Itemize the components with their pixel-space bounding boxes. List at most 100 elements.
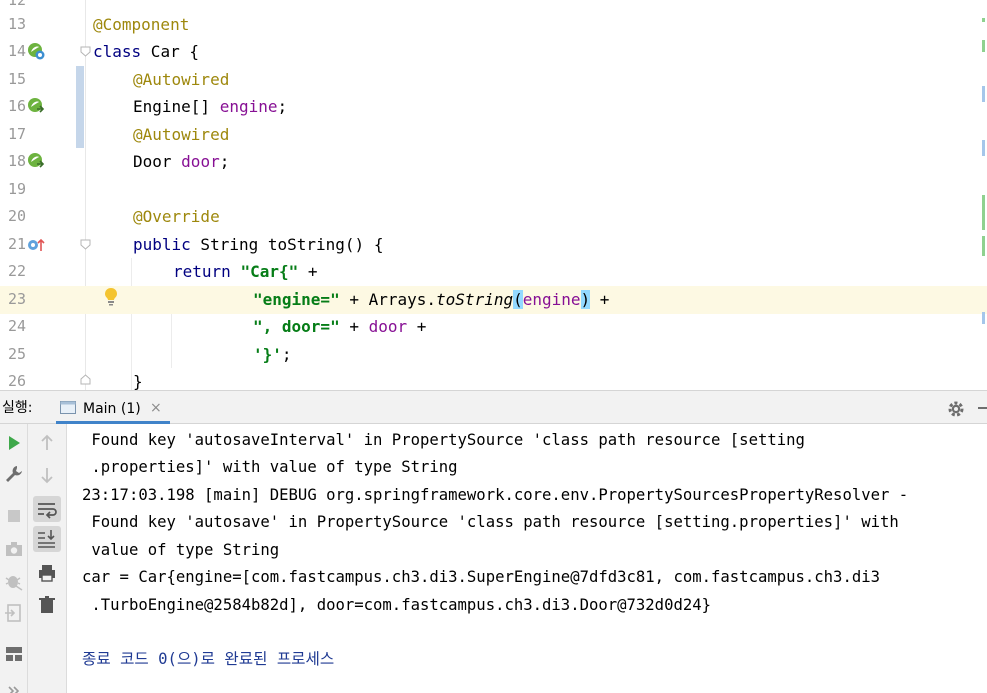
scroll-marker[interactable] [982,140,985,156]
line-number: 21 [7,235,26,253]
autowired-target-icon[interactable] [26,151,46,171]
code-line[interactable]: 20 @Override [0,203,987,231]
stop-icon[interactable] [3,505,25,527]
scroll-marker[interactable] [982,312,985,324]
exit-icon[interactable] [3,602,25,624]
override-icon[interactable] [26,235,46,255]
code-text: public String toString() { [133,231,383,259]
code-mid: + Arrays. [339,290,437,309]
console-line: .properties]' with value of type String [82,458,458,476]
code-line[interactable]: 14 class Car { [0,38,987,66]
code-mid: + [339,317,369,336]
code-text: Engine[] engine; [133,93,287,121]
run-icon[interactable] [3,432,25,454]
string-literal: '}' [253,345,282,364]
minimize-icon[interactable] [978,407,987,409]
scroll-marker[interactable] [982,86,985,102]
line-number: 23 [0,286,26,314]
annotation: @Component [93,15,190,34]
console-line: .TurboEngine@2584b82d], door=com.fastcam… [82,596,712,614]
line-number: 24 [7,317,26,335]
run-panel-label: 실행: [2,400,33,416]
spring-bean-icon[interactable] [26,41,46,61]
fold-marker-icon[interactable] [80,239,91,250]
run-tab-main[interactable]: Main (1) × [56,392,170,424]
scroll-to-end-button[interactable] [33,526,61,552]
line-number: 18 [7,152,26,170]
fold-marker-icon[interactable] [80,374,91,385]
code-line[interactable]: 24 ", door=" + door + [0,313,987,341]
code-line[interactable]: 13 @Component [0,11,987,39]
autowired-target-icon[interactable] [26,96,46,116]
string-literal: ", door=" [253,317,340,336]
code-text: @Component [93,11,189,39]
paren-highlight: ( [513,290,523,309]
bug-icon[interactable] [3,570,25,592]
line-number: 14 [7,42,26,60]
code-text: } [133,368,143,390]
code-line[interactable]: 25 '}'; [0,341,987,369]
arrow-up-icon[interactable] [36,432,58,454]
keyword: public [133,235,191,254]
fold-marker-icon[interactable] [80,46,91,57]
code-line[interactable]: 16 Engine[] engine; [0,93,987,121]
code-text: "engine=" + Arrays.toString(engine) + [253,286,609,314]
scroll-marker[interactable] [982,18,985,22]
code-editor[interactable]: 12 13 @Component 14 class Car { 15 @Auto… [0,0,987,390]
wrench-icon[interactable] [3,463,25,485]
string-literal: "Car{" [240,262,299,281]
lightbulb-icon[interactable] [103,287,119,307]
run-tab-title: Main (1) [83,401,141,417]
code-rest: Car { [141,42,199,61]
close-icon[interactable]: × [150,392,162,424]
code-line[interactable]: 21 public String toString() { [0,231,987,259]
field-name: engine [522,290,581,309]
gear-icon[interactable] [946,399,966,419]
code-end: ; [277,97,288,116]
code-rest: String toString() { [190,235,384,254]
scroll-marker[interactable] [982,236,985,256]
code-line[interactable]: 19 [0,176,987,204]
code-text: @Autowired [133,66,229,94]
code-line[interactable]: 26 } [0,368,987,390]
soft-wrap-button[interactable] [33,496,61,522]
code-rest: } [133,372,143,390]
console-toolbar [28,424,67,693]
process-exit-message: 종료 코드 0(으)로 완료된 프로세스 [82,650,335,668]
run-toolbar [0,424,28,693]
line-number: 25 [7,345,26,363]
code-line[interactable]: 18 Door door; [0,148,987,176]
scroll-marker[interactable] [982,195,985,230]
line-number: 19 [7,180,26,198]
paren-highlight: ) [580,290,591,309]
code-rest: + [298,262,318,281]
code-line[interactable]: 17 @Autowired [0,121,987,149]
layout-icon[interactable] [3,643,25,665]
code-text: Door door; [133,148,229,176]
camera-icon[interactable] [3,538,25,560]
line-number: 22 [7,262,26,280]
code-line[interactable]: 15 @Autowired [0,66,987,94]
line-number: 16 [7,97,26,115]
arrow-down-icon[interactable] [36,464,58,486]
code-text: class Car { [93,38,199,66]
keyword: return [173,262,231,281]
console-line: car = Car{engine=[com.fastcampus.ch3.di3… [82,568,880,586]
code-line-current[interactable]: 23 "engine=" + Arrays.toString(engine) + [0,286,987,314]
code-text: ", door=" + door + [253,313,426,341]
keyword: class [93,42,142,61]
console-line: Found key 'autosaveInterval' in Property… [82,431,805,449]
code-end: ; [281,345,292,364]
expand-icon[interactable] [3,681,25,693]
annotation: @Autowired [133,125,230,144]
type-name: Engine[] [133,97,220,116]
console-output[interactable]: Found key 'autosaveInterval' in Property… [68,424,987,693]
line-number: 13 [7,15,26,33]
console-line: value of type String [82,541,280,559]
print-icon[interactable] [36,562,58,584]
console-line: Found key 'autosave' in PropertySource '… [82,513,899,531]
line-number: 17 [7,125,26,143]
trash-icon[interactable] [36,594,58,616]
scroll-marker[interactable] [982,40,985,52]
code-line[interactable]: 22 return "Car{" + [0,258,987,286]
